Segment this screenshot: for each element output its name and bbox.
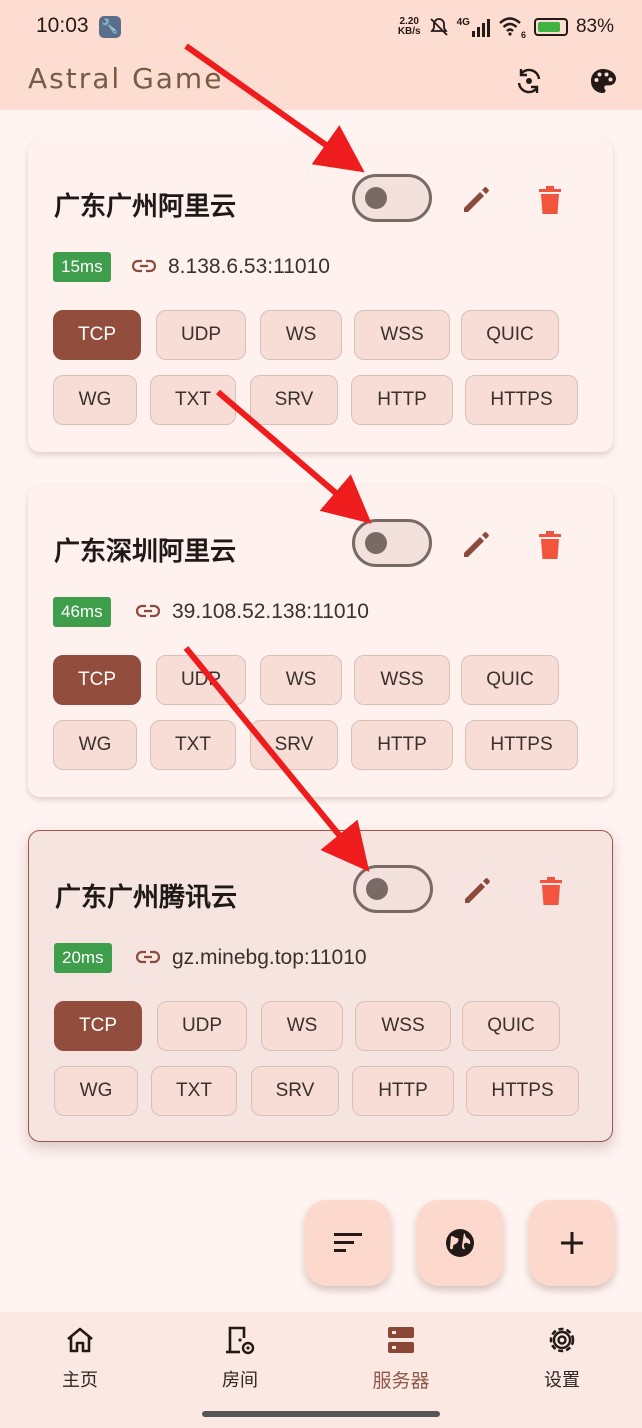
mute-bell-icon — [429, 18, 448, 36]
sort-icon — [334, 1233, 362, 1252]
protocol-chip-tcp[interactable]: TCP — [53, 310, 141, 360]
server-card[interactable]: 广东广州阿里云 15ms 8.138.6.53:11010 TCP UDP WS WS… — [28, 140, 613, 452]
nav-home[interactable]: 主页 — [20, 1322, 140, 1392]
delete-button[interactable] — [530, 180, 570, 220]
delete-button[interactable] — [530, 525, 570, 565]
protocol-chip-tcp[interactable]: TCP — [54, 1001, 142, 1051]
status-time: 10:03 — [36, 14, 89, 37]
protocol-chip-quic[interactable]: QUIC — [461, 310, 559, 360]
server-name: 广东深圳阿里云 — [54, 537, 237, 567]
battery-icon — [533, 18, 568, 36]
protocol-chip-txt[interactable]: TXT — [150, 375, 236, 425]
link-icon — [136, 604, 160, 618]
battery-fill — [537, 22, 560, 32]
server-address: gz.minebg.top:11010 — [172, 946, 367, 969]
server-name: 广东广州阿里云 — [54, 192, 237, 222]
room-icon — [222, 1322, 258, 1358]
trash-icon — [539, 186, 561, 214]
protocol-chip-wss[interactable]: WSS — [354, 310, 450, 360]
protocol-chip-txt[interactable]: TXT — [150, 720, 236, 770]
protocol-chip-quic[interactable]: QUIC — [462, 1001, 560, 1051]
server-address: 8.138.6.53:11010 — [168, 255, 330, 278]
home-icon — [62, 1322, 98, 1358]
protocol-chip-quic[interactable]: QUIC — [461, 655, 559, 705]
edit-button[interactable] — [456, 525, 496, 565]
server-enable-toggle[interactable] — [352, 174, 432, 222]
protocol-chip-wss[interactable]: WSS — [354, 655, 450, 705]
protocol-chip-https[interactable]: HTTPS — [465, 720, 578, 770]
protocol-chip-http[interactable]: HTTP — [352, 1066, 454, 1116]
link-icon — [136, 950, 160, 964]
nav-server[interactable]: 服务器 — [341, 1322, 461, 1393]
link-icon — [132, 259, 156, 273]
palette-icon[interactable] — [586, 64, 620, 98]
sort-button[interactable] — [305, 1200, 391, 1286]
edit-button[interactable] — [457, 871, 497, 911]
globe-icon — [446, 1229, 474, 1257]
protocol-chip-ws[interactable]: WS — [260, 655, 342, 705]
protocol-chip-wss[interactable]: WSS — [355, 1001, 451, 1051]
latency-badge: 20ms — [54, 943, 112, 973]
nav-room[interactable]: 房间 — [180, 1322, 300, 1392]
wifi-icon: 6 — [498, 16, 526, 40]
protocol-chip-srv[interactable]: SRV — [250, 720, 338, 770]
add-icon — [561, 1232, 583, 1254]
network-speed: 2.20 KB/s — [397, 16, 421, 37]
server-name: 广东广州腾讯云 — [55, 883, 238, 913]
trash-icon — [539, 531, 561, 559]
app-title: Astral Game — [28, 62, 224, 95]
app-bar: Astral Game — [0, 56, 642, 110]
globe-button[interactable] — [417, 1200, 503, 1286]
protocol-chip-txt[interactable]: TXT — [151, 1066, 237, 1116]
battery-percent: 83% — [575, 16, 614, 37]
protocol-chip-wg[interactable]: WG — [53, 375, 137, 425]
protocol-chip-srv[interactable]: SRV — [250, 375, 338, 425]
edit-button[interactable] — [456, 180, 496, 220]
pencil-icon — [464, 187, 489, 212]
protocol-chip-udp[interactable]: UDP — [157, 1001, 247, 1051]
add-button[interactable] — [529, 1200, 615, 1286]
server-enable-toggle[interactable] — [353, 865, 433, 913]
pencil-icon — [464, 532, 489, 557]
server-card[interactable]: 广东深圳阿里云 46ms 39.108.52.138:11010 TCP UDP W… — [28, 485, 613, 797]
signal-icon: 4G — [457, 17, 490, 37]
toggle-knob — [366, 878, 388, 900]
home-indicator[interactable] — [202, 1411, 440, 1417]
protocol-chip-ws[interactable]: WS — [261, 1001, 343, 1051]
trash-icon — [540, 877, 562, 905]
protocol-chip-http[interactable]: HTTP — [351, 375, 453, 425]
protocol-chip-udp[interactable]: UDP — [156, 310, 246, 360]
protocol-chip-wg[interactable]: WG — [53, 720, 137, 770]
server-card[interactable]: 广东广州腾讯云 20ms gz.minebg.top:11010 TCP UDP W… — [28, 830, 613, 1142]
protocol-chip-https[interactable]: HTTPS — [465, 375, 578, 425]
server-icon — [383, 1322, 419, 1358]
status-icons: 2.20 KB/s 4G 6 83% — [398, 14, 614, 40]
protocol-chip-http[interactable]: HTTP — [351, 720, 453, 770]
nav-settings[interactable]: 设置 — [502, 1322, 622, 1392]
protocol-chip-tcp[interactable]: TCP — [53, 655, 141, 705]
server-enable-toggle[interactable] — [352, 519, 432, 567]
rotate-icon[interactable] — [512, 64, 546, 98]
protocol-chip-udp[interactable]: UDP — [156, 655, 246, 705]
server-address: 39.108.52.138:11010 — [172, 600, 369, 623]
pencil-icon — [465, 878, 490, 903]
status-bar: 10:03 🔧 2.20 KB/s 4G 6 83% — [0, 0, 642, 56]
latency-badge: 46ms — [53, 597, 111, 627]
protocol-chip-ws[interactable]: WS — [260, 310, 342, 360]
protocol-chip-srv[interactable]: SRV — [251, 1066, 339, 1116]
toggle-knob — [365, 187, 387, 209]
toggle-knob — [365, 532, 387, 554]
protocol-chip-https[interactable]: HTTPS — [466, 1066, 579, 1116]
wrench-icon: 🔧 — [99, 16, 121, 38]
latency-badge: 15ms — [53, 252, 111, 282]
protocol-chip-wg[interactable]: WG — [54, 1066, 138, 1116]
delete-button[interactable] — [531, 871, 571, 911]
settings-icon — [544, 1322, 580, 1358]
